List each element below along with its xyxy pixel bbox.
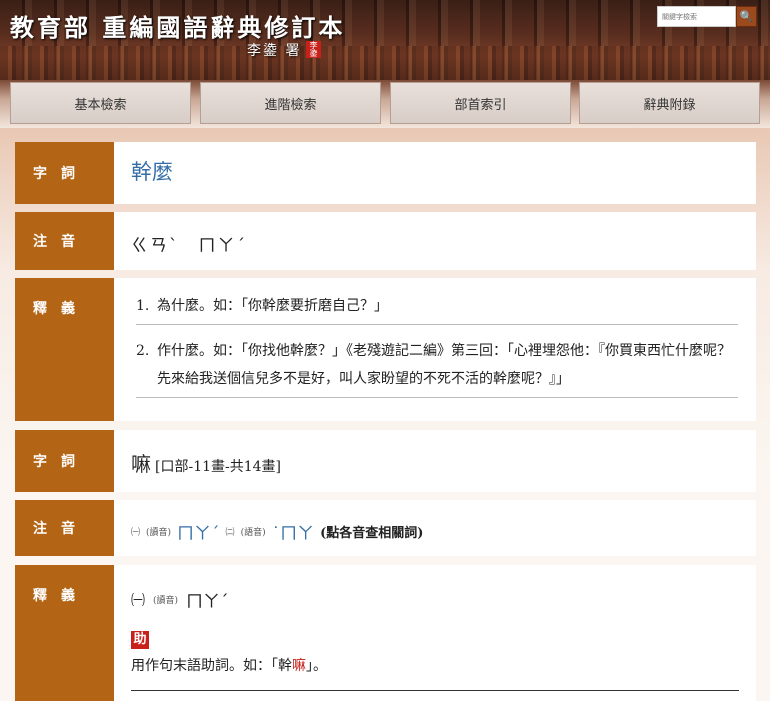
- search-button[interactable]: 🔍: [736, 6, 757, 27]
- tab-radical-index[interactable]: 部首索引: [390, 82, 571, 124]
- divider: [131, 690, 739, 691]
- label-definition: 釋 義: [15, 565, 114, 701]
- entry-char: 嘛 [口部-11畫-共14畫]: [131, 452, 282, 476]
- pronunciation-link[interactable]: ˙ㄇㄚ: [272, 519, 315, 544]
- entry1-def-row: 釋 義 1. 為什麼。如：「你幹麼要折磨自己？」 2. 作什麼。如：「你找他幹麼？」…: [15, 278, 756, 421]
- definition-list: 1. 為什麼。如：「你幹麼要折磨自己？」 2. 作什麼。如：「你找他幹麼？」《老殘遊…: [136, 292, 738, 410]
- main-nav: 基本檢索 進階檢索 部首索引 辭典附錄: [0, 80, 770, 128]
- label-zhuyin: 注 音: [15, 500, 114, 556]
- tab-basic-search[interactable]: 基本檢索: [10, 82, 191, 124]
- definition-item: 1. 為什麼。如：「你幹麼要折磨自己？」: [136, 292, 738, 325]
- reading-header: ㈠ (讀音) ㄇㄚˊ: [131, 592, 229, 612]
- site-subtitle: 李鍌 署: [247, 43, 302, 59]
- pronunciation-note: (點各音查相關詞): [320, 526, 424, 541]
- site-header: 教育部 重編國語辭典修訂本 李鍌 署 李鍌 🔍: [0, 0, 770, 80]
- pronunciation-list: ㈠ (讀音) ㄇㄚˊ ㈡ (語音) ˙ㄇㄚ (點各音查相關詞): [131, 519, 423, 544]
- search-icon: 🔍: [739, 11, 754, 23]
- site-title[interactable]: 教育部 重編國語辭典修訂本: [10, 8, 345, 43]
- content-area: 字 詞 幹麼 注 音 ㄍㄢˋ ㄇㄚˊ 釋 義 1. 為什麼。如：「你幹麼要折磨自己…: [0, 128, 770, 701]
- label-word: 字 詞: [15, 142, 114, 204]
- entry2-zhuyin-row: 注 音 ㈠ (讀音) ㄇㄚˊ ㈡ (語音) ˙ㄇㄚ (點各音查相關詞): [15, 500, 756, 556]
- entry1-word-row: 字 詞 幹麼: [15, 142, 756, 204]
- label-zhuyin: 注 音: [15, 212, 114, 270]
- definition-item: 2. 作什麼。如：「你找他幹麼？」《老殘遊記二編》第三回：「心裡埋怨他：『你買東西…: [136, 337, 738, 398]
- tab-appendix[interactable]: 辭典附錄: [579, 82, 760, 124]
- search-box: 🔍: [657, 6, 757, 27]
- entry1-zhuyin-row: 注 音 ㄍㄢˋ ㄇㄚˊ: [15, 212, 756, 270]
- radical-info: [口部-11畫-共14畫]: [155, 459, 282, 475]
- tab-advanced-search[interactable]: 進階檢索: [200, 82, 381, 124]
- part-of-speech-badge: 助: [131, 631, 149, 649]
- entry2-word-row: 字 詞 嘛 [口部-11畫-共14畫]: [15, 430, 756, 492]
- pronunciation-link[interactable]: ㄇㄚˊ: [177, 519, 220, 544]
- entry-word: 幹麼: [131, 160, 173, 184]
- label-definition: 釋 義: [15, 278, 114, 421]
- entry2-def-row: 釋 義 ㈠ (讀音) ㄇㄚˊ 助 用作句末語助詞。如：「幹嘛」。: [15, 565, 756, 701]
- label-word: 字 詞: [15, 430, 114, 492]
- search-input[interactable]: [657, 6, 736, 27]
- seal-stamp: 李鍌: [306, 41, 321, 58]
- definition-text: 用作句末語助詞。如：「幹嘛」。: [131, 658, 327, 674]
- zhuyin: ㄍㄢˋ ㄇㄚˊ: [131, 236, 247, 256]
